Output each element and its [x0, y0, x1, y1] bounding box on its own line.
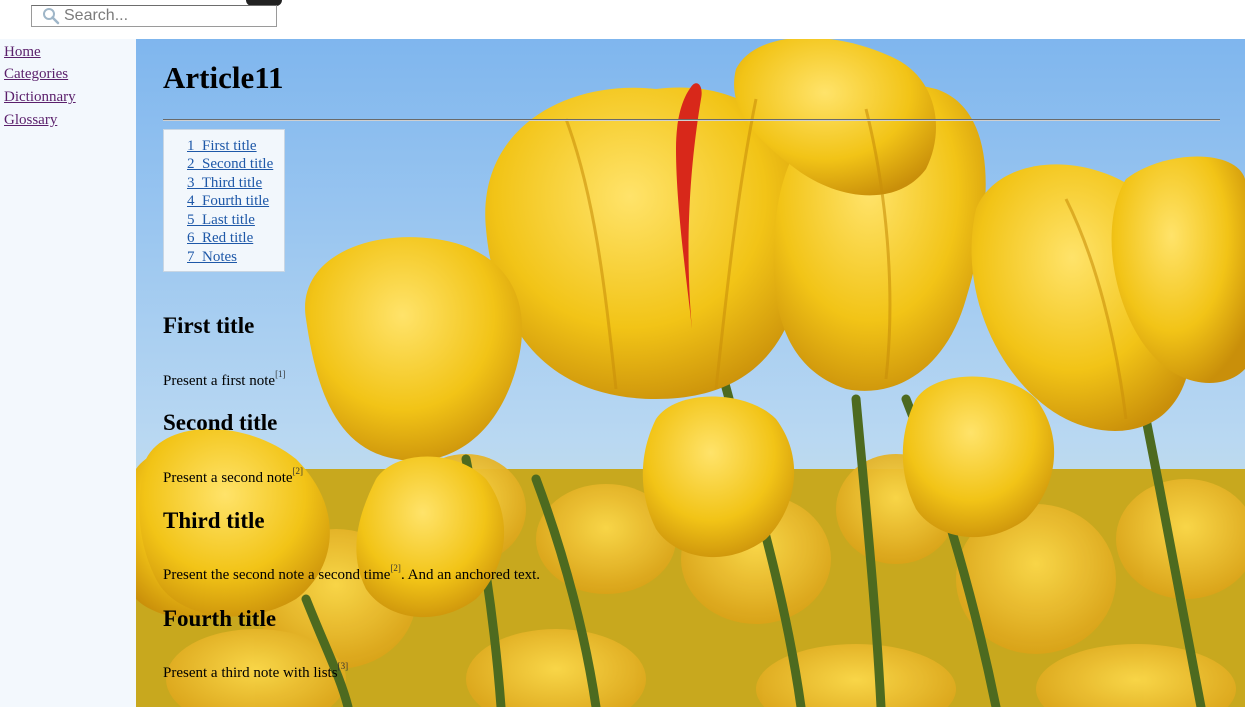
search-icon: [40, 5, 62, 27]
top-bar: [0, 0, 1245, 39]
footnote-link[interactable]: [2]: [293, 466, 304, 476]
footnote-link[interactable]: [2]: [390, 563, 401, 573]
section-text-second-body: Present a second note: [163, 470, 293, 486]
search-box[interactable]: [31, 5, 277, 27]
toc-item-fourth-title[interactable]: 4 Fourth title: [187, 193, 269, 210]
title-divider: [163, 119, 1220, 121]
section-text-first-body: Present a first note: [163, 373, 276, 389]
footnote-link[interactable]: [1]: [275, 369, 286, 379]
sidebar-item-glossary[interactable]: Glossary: [4, 111, 57, 129]
footnote-link[interactable]: [3]: [338, 661, 349, 671]
search-input[interactable]: [62, 6, 264, 26]
table-of-contents: 1 First title 2 Second title 3 Third tit…: [163, 129, 285, 272]
section-text-fourth-body: Present a third note with lists: [163, 665, 338, 681]
sidebar: Home Categories Dictionnary Glossary: [0, 39, 136, 707]
toc-item-first-title[interactable]: 1 First title: [187, 138, 257, 155]
toc-item-second-title[interactable]: 2 Second title: [187, 156, 273, 173]
page-title: Article11: [163, 60, 284, 95]
toc-item-red-title[interactable]: 6 Red title: [187, 230, 253, 247]
sidebar-item-categories[interactable]: Categories: [4, 65, 68, 83]
section-heading-fourth: Fourth title: [163, 606, 277, 631]
sidebar-item-dictionnary[interactable]: Dictionnary: [4, 88, 76, 106]
section-heading-third: Third title: [163, 508, 265, 533]
section-text-fourth: Present a third note with lists[3]: [163, 661, 348, 682]
section-text-third-tail: . And an anchored text.: [400, 567, 541, 583]
article-area: Article11 1 First title 2 Second title 3…: [136, 39, 1245, 707]
section-text-third-body: Present the second note a second time: [163, 567, 391, 583]
section-text-third: Present the second note a second time[2]…: [163, 563, 541, 584]
sidebar-item-home[interactable]: Home: [4, 43, 41, 61]
section-heading-second: Second title: [163, 410, 278, 435]
toc-item-third-title[interactable]: 3 Third title: [187, 175, 262, 192]
section-text-second: Present a second note[2]: [163, 466, 303, 487]
section-text-first: Present a first note[1]: [163, 369, 286, 390]
toc-item-notes[interactable]: 7 Notes: [187, 249, 237, 266]
toc-item-last-title[interactable]: 5 Last title: [187, 212, 255, 229]
article-content: Article11 1 First title 2 Second title 3…: [163, 39, 1223, 707]
section-heading-first: First title: [163, 313, 255, 338]
